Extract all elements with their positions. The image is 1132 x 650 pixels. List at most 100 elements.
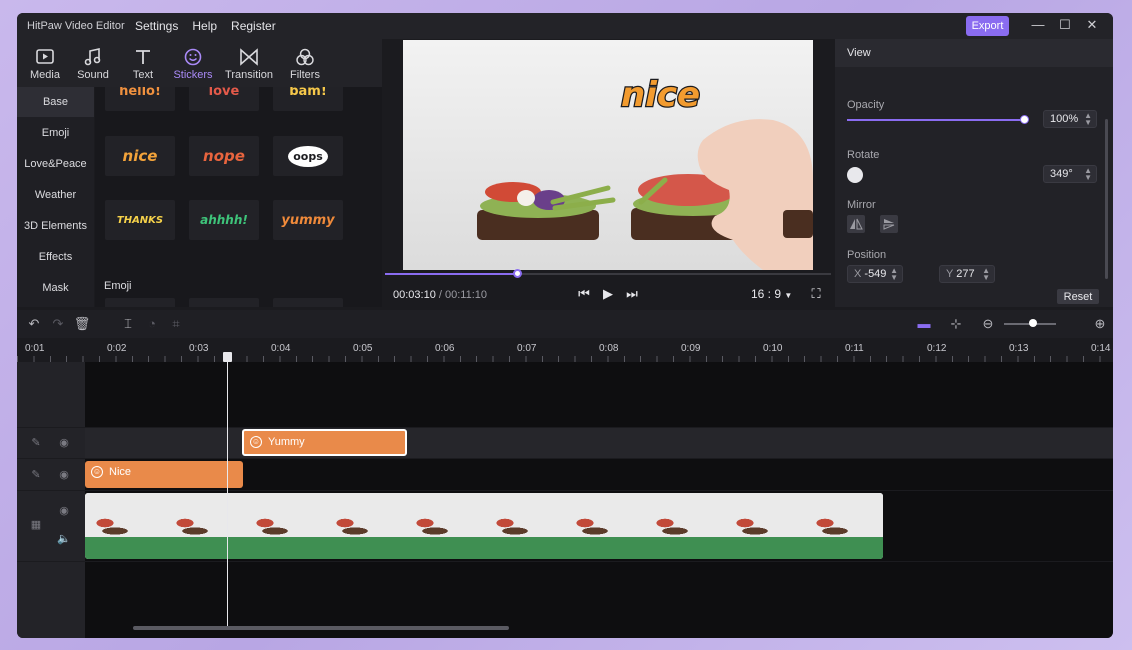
sticker-love[interactable]: love (189, 87, 259, 111)
progress-handle[interactable] (512, 269, 522, 278)
opacity-slider[interactable] (847, 115, 1029, 124)
stepper-icon[interactable]: ▲ ▼ (982, 267, 990, 282)
track-header-empty (17, 362, 85, 427)
redo-icon[interactable]: ↷ (49, 315, 67, 333)
view-panel-scrollbar[interactable] (1105, 119, 1108, 279)
preview-panel: nice 00:03:10 / 00:11:10 ⏮ ▶ ⏭ 16 : 9 ▼ … (385, 39, 831, 307)
rotate-input[interactable]: 349° ▲ ▼ (1043, 165, 1097, 183)
speed-icon[interactable]: ◔ (143, 315, 161, 333)
tab-sound[interactable]: Sound (67, 39, 119, 87)
menu-help[interactable]: Help (192, 19, 217, 33)
tab-text-label: Text (132, 69, 154, 81)
sticker-yummy[interactable]: yummy (273, 200, 343, 240)
eye-icon[interactable]: ◉ (57, 504, 71, 518)
ruler-tick: 0:14 (1091, 343, 1111, 354)
sticker-track-1 (85, 428, 1113, 458)
opacity-input[interactable]: 100% ▲ ▼ (1043, 110, 1097, 128)
timeline-zoom-handle[interactable] (1029, 319, 1037, 327)
export-button[interactable]: Export (966, 16, 1009, 36)
pin-icon[interactable]: ✎ (29, 436, 43, 450)
menu-bar: Settings Help Register (135, 19, 276, 33)
tab-filters[interactable]: Filters (279, 39, 331, 87)
rotate-dial[interactable] (847, 167, 863, 183)
yummy-sticker-clip[interactable]: ☺ Yummy (242, 429, 407, 456)
chevron-down-icon: ▼ (784, 291, 793, 300)
mirror-vertical-button[interactable] (880, 215, 898, 233)
delete-icon[interactable]: 🗑 (73, 315, 91, 333)
time-display: 00:03:10 / 00:11:10 (393, 289, 487, 301)
sticker-oops[interactable]: oops (273, 136, 343, 176)
eye-icon[interactable]: ◉ (57, 436, 71, 450)
timeline-ruler[interactable]: 0:01 0:02 0:03 0:04 0:05 0:06 0:07 0:08 … (17, 338, 1113, 362)
crop-icon[interactable]: ⌗ (167, 315, 185, 333)
pin-icon[interactable]: ✎ (29, 468, 43, 482)
fit-timeline-icon[interactable]: ⊹ (947, 315, 965, 333)
ruler-tick: 0:05 (353, 343, 373, 354)
category-mask[interactable]: Mask (17, 273, 94, 303)
previous-frame-icon[interactable]: ⏮ (575, 285, 593, 303)
audio-waveform[interactable] (85, 537, 883, 559)
eye-icon[interactable]: ◉ (57, 468, 71, 482)
minimize-icon[interactable]: — (1030, 17, 1046, 33)
category-emoji[interactable]: Emoji (17, 118, 94, 148)
sticker-nope[interactable]: nope (189, 136, 259, 176)
sticker-ahhhh[interactable]: ahhhh! (189, 200, 259, 240)
track-header-sticker-2: ✎ ◉ (17, 459, 85, 490)
stepper-icon[interactable]: ▲ ▼ (890, 267, 898, 282)
menu-register[interactable]: Register (231, 19, 276, 33)
ruler-tick: 0:03 (189, 343, 209, 354)
ruler-tick: 0:09 (681, 343, 701, 354)
zoom-out-icon[interactable]: ⊖ (979, 315, 997, 333)
mirror-label: Mirror (847, 199, 876, 211)
category-effects[interactable]: Effects (17, 242, 94, 272)
nice-sticker-clip[interactable]: ☺ Nice (85, 461, 243, 488)
ruler-tick: 0:11 (845, 343, 864, 354)
reset-button[interactable]: Reset (1057, 289, 1099, 304)
menu-settings[interactable]: Settings (135, 19, 178, 33)
playback-progress[interactable] (385, 269, 831, 278)
video-frame[interactable]: nice (403, 40, 813, 270)
tab-media-label: Media (30, 69, 60, 81)
maximize-icon[interactable]: ☐ (1057, 17, 1073, 33)
mirror-horizontal-button[interactable] (847, 215, 865, 233)
category-base[interactable]: Base (17, 87, 94, 117)
next-frame-icon[interactable]: ⏭ (623, 285, 641, 303)
stepper-icon[interactable]: ▲ ▼ (1084, 112, 1092, 127)
position-y-input[interactable]: Y 277 ▲ ▼ (939, 265, 995, 283)
fullscreen-icon[interactable]: ⛶ (807, 285, 825, 303)
category-weather[interactable]: Weather (17, 180, 94, 210)
sticker-grid: hello! love bam! nice nope oops THANKS a… (95, 87, 382, 307)
opacity-slider-handle[interactable] (1020, 115, 1029, 124)
music-note-icon (84, 48, 101, 66)
ruler-tick: 0:07 (517, 343, 537, 354)
category-3d-elements[interactable]: 3D Elements (17, 211, 94, 241)
sticker-placeholder[interactable] (273, 298, 343, 307)
stepper-icon[interactable]: ▲ ▼ (1084, 167, 1092, 182)
tab-stickers[interactable]: Stickers (167, 39, 219, 87)
video-clip[interactable] (85, 493, 883, 559)
close-icon[interactable]: ✕ (1084, 17, 1100, 33)
tab-text[interactable]: Text (117, 39, 169, 87)
sticker-thanks[interactable]: THANKS (105, 200, 175, 240)
category-love-peace[interactable]: Love&Peace (17, 149, 94, 179)
split-icon[interactable]: ⌶ (119, 315, 137, 333)
snap-icon[interactable]: ▬ (915, 315, 933, 333)
tab-transition[interactable]: Transition (223, 39, 275, 87)
sticker-clip-icon: ☺ (250, 436, 262, 448)
sticker-placeholder[interactable] (105, 298, 175, 307)
aspect-ratio-select[interactable]: 16 : 9 ▼ (751, 287, 792, 301)
position-x-input[interactable]: X -549 ▲ ▼ (847, 265, 903, 283)
speaker-icon[interactable]: 🔈 (57, 532, 71, 546)
timeline-scrollbar[interactable] (133, 626, 509, 630)
tab-media[interactable]: Media (19, 39, 71, 87)
playhead-line[interactable] (227, 353, 228, 628)
play-icon[interactable]: ▶ (599, 285, 617, 303)
sticker-bam[interactable]: bam! (273, 87, 343, 111)
sticker-nice[interactable]: nice (105, 136, 175, 176)
playhead-handle[interactable] (223, 352, 232, 362)
sticker-hello[interactable]: hello! (105, 87, 175, 111)
text-t-icon (136, 50, 150, 64)
zoom-in-icon[interactable]: ⊕ (1091, 315, 1109, 333)
undo-icon[interactable]: ↶ (25, 315, 43, 333)
sticker-placeholder[interactable] (189, 298, 259, 307)
